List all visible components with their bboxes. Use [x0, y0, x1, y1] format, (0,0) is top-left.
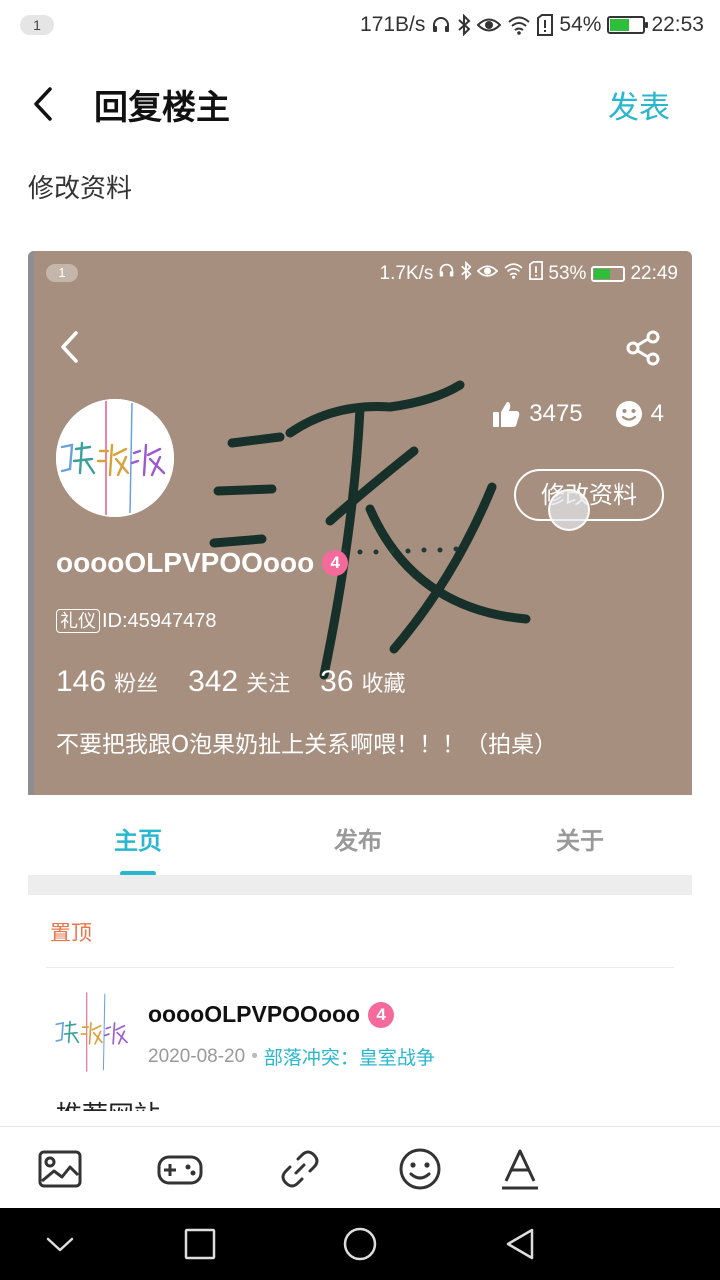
level-badge: 4 [368, 1001, 395, 1028]
chevron-left-icon [61, 331, 78, 363]
avatar-logo [52, 991, 134, 1073]
text-format-icon [502, 1149, 538, 1190]
triangle-back-icon [506, 1228, 534, 1260]
post-avatar[interactable] [52, 991, 134, 1073]
post-date: 2020-08-20 [148, 1045, 246, 1067]
tab-home[interactable]: 主页 [114, 821, 162, 856]
bluetooth-icon [460, 260, 472, 286]
following-count[interactable]: 342 [188, 665, 238, 699]
pinned-label: 置顶 [50, 921, 92, 945]
post-title[interactable]: 推荐网站 [56, 1095, 160, 1111]
image-icon [38, 1150, 82, 1188]
emoji-stat[interactable]: 4 [615, 400, 664, 428]
thumbs-up-icon [493, 402, 520, 427]
insert-link-button[interactable] [276, 1145, 324, 1193]
avatar[interactable] [56, 399, 174, 517]
tab-posts[interactable]: 发布 [334, 821, 382, 856]
network-speed: 171B/s [360, 13, 426, 36]
tab-about[interactable]: 关于 [556, 821, 604, 856]
share-icon [626, 330, 660, 366]
post-tag[interactable]: 部落冲突：皇室战争 [264, 1043, 435, 1070]
post-meta: 2020-08-20 • 部落冲突：皇室战争 [148, 1043, 435, 1070]
share-button[interactable] [624, 329, 662, 371]
followers-count[interactable]: 146 [56, 665, 106, 699]
favorites-count[interactable]: 36 [320, 665, 353, 699]
follow-stats: 146 粉丝 342 关注 36 收藏 [56, 665, 436, 699]
square-icon [184, 1228, 216, 1260]
insert-game-button[interactable] [156, 1145, 204, 1193]
emoji-icon [399, 1148, 441, 1190]
smiley-icon [615, 401, 642, 427]
system-nav-bar [0, 1208, 720, 1280]
gamepad-icon [157, 1155, 203, 1185]
circle-icon [343, 1227, 377, 1261]
clock: 22:53 [651, 13, 704, 36]
attached-screenshot[interactable]: 1 1.7K/s 53% 22:49 3475 4 修改资料 ooooOLPVP… [28, 251, 692, 1111]
chevron-left-icon [34, 87, 52, 121]
battery-icon [591, 265, 626, 282]
back-button[interactable] [26, 84, 66, 124]
profile-tabs: 主页 发布 关于 [28, 795, 692, 876]
publish-button[interactable]: 发表 [608, 82, 670, 127]
status-icons: 171B/s 54% 22:53 [360, 10, 704, 40]
inner-status-bar: 1 1.7K/s 53% 22:49 [28, 251, 692, 297]
followers-label[interactable]: 粉丝 [114, 666, 158, 698]
following-label[interactable]: 关注 [246, 666, 290, 698]
bluetooth-icon [457, 14, 471, 36]
profile-signature: 不要把我跟O泡果奶扯上关系啊喂！！！（拍桌） [56, 732, 558, 758]
header: 回复楼主 发表 [0, 50, 720, 160]
sim-alert-icon [537, 14, 554, 36]
title-tag: 礼仪 [56, 609, 100, 633]
battery-percent: 54% [559, 13, 602, 36]
notification-badge: 1 [20, 15, 54, 35]
avatar-logo [56, 399, 174, 517]
insert-emoji-button[interactable] [396, 1145, 444, 1193]
page-title: 回复楼主 [94, 88, 230, 128]
level-badge: 4 [322, 550, 349, 576]
eye-icon [477, 263, 499, 285]
link-icon [281, 1150, 319, 1188]
chevron-down-icon [46, 1237, 74, 1252]
profile-username: ooooOLPVPOOooo [56, 547, 315, 578]
wifi-icon [507, 15, 531, 35]
text-format-button[interactable] [496, 1145, 544, 1193]
insert-image-button[interactable] [36, 1145, 84, 1193]
favorites-label[interactable]: 收藏 [362, 666, 406, 698]
compose-toolbar [0, 1126, 720, 1208]
home-button[interactable] [342, 1226, 378, 1262]
sim-alert-icon [529, 261, 544, 286]
battery-icon [607, 16, 649, 34]
headphones-icon [431, 15, 451, 35]
wifi-icon [503, 262, 524, 285]
touch-indicator [548, 489, 590, 531]
system-back-button[interactable] [502, 1226, 538, 1262]
hide-keyboard-button[interactable] [42, 1226, 78, 1262]
headphones-icon [438, 262, 455, 285]
post-username-row: ooooOLPVPOOooo 4 [148, 1001, 395, 1028]
profile-username-row: ooooOLPVPOOooo 4 [56, 547, 349, 579]
reply-text-input[interactable]: 修改资料 [28, 168, 132, 205]
recents-button[interactable] [182, 1226, 218, 1262]
user-id-row: 礼仪 ID:45947478 [56, 609, 217, 633]
status-bar: 1 171B/s 54% 22:53 [0, 0, 720, 50]
profile-stats-top: 3475 4 [491, 399, 664, 429]
user-id: ID:45947478 [102, 609, 217, 632]
eye-icon [477, 16, 502, 34]
likes-stat[interactable]: 3475 [491, 399, 583, 429]
profile-back-button[interactable] [56, 329, 86, 369]
post-username[interactable]: ooooOLPVPOOooo [148, 1001, 360, 1028]
